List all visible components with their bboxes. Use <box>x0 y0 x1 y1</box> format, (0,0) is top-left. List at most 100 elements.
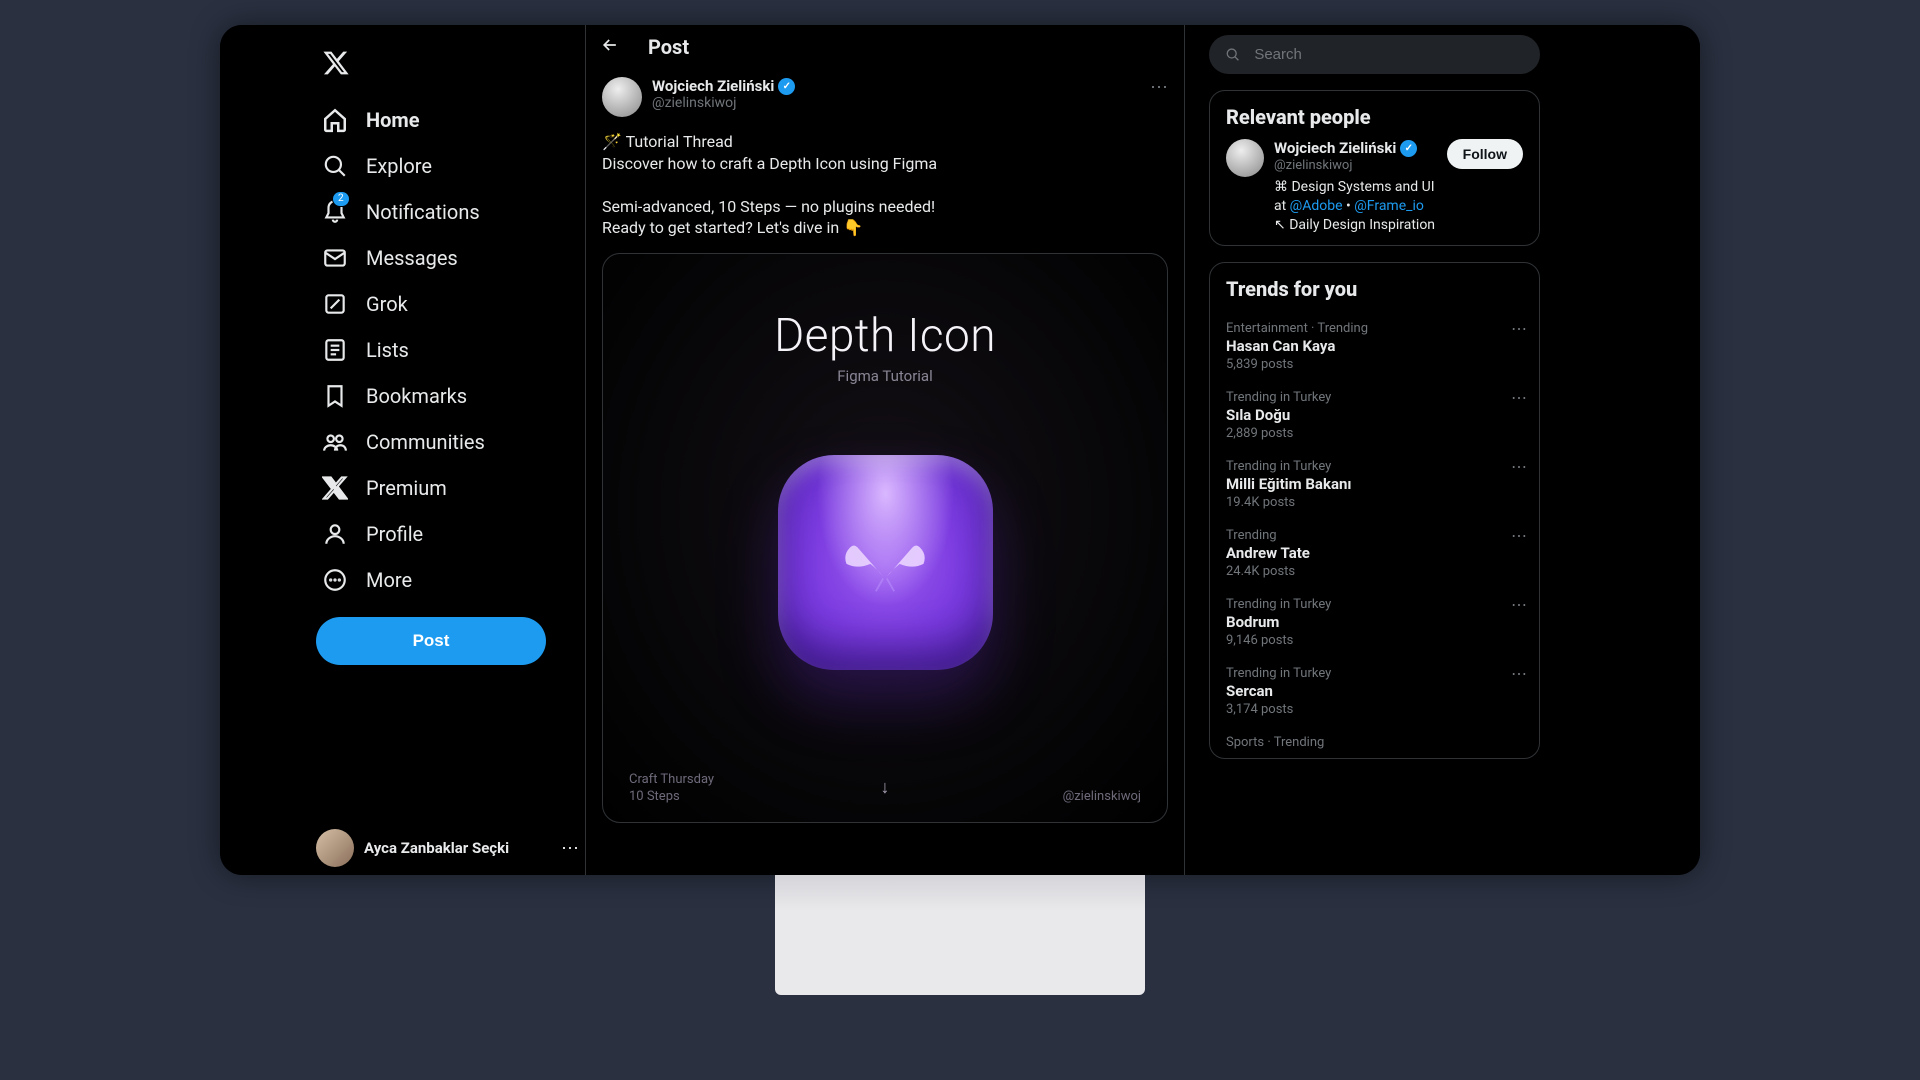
panel-title: Relevant people <box>1226 105 1523 129</box>
trend-item[interactable]: Entertainment · Trending Hasan Can Kaya … <box>1226 311 1523 380</box>
sidebar-item-lists[interactable]: Lists <box>310 327 585 373</box>
grok-icon <box>322 291 348 317</box>
post-body-text: 🪄 Tutorial Thread Discover how to craft … <box>602 117 1168 247</box>
media-footer-label-1: Craft Thursday <box>629 772 714 787</box>
sidebar-item-premium[interactable]: Premium <box>310 465 585 511</box>
media-subtitle: Figma Tutorial <box>837 367 932 385</box>
sidebar-item-explore[interactable]: Explore <box>310 143 585 189</box>
media-footer: Craft Thursday 10 Steps ↓ @zielinskiwoj <box>603 772 1167 804</box>
post-button[interactable]: Post <box>316 617 546 665</box>
flags-icon <box>778 455 993 670</box>
sidebar-item-profile[interactable]: Profile <box>310 511 585 557</box>
trend-more-button[interactable]: ⋯ <box>1511 526 1527 545</box>
nav-label: Grok <box>366 292 408 316</box>
trend-count: 19.4K posts <box>1226 495 1523 510</box>
person-avatar[interactable] <box>1226 139 1264 177</box>
nav-label: Profile <box>366 522 423 546</box>
main-column: Post Wojciech Zieliński @zielinskiwoj ⋯ … <box>585 25 1185 875</box>
nav-label: Notifications <box>366 200 480 224</box>
trend-count: 5,839 posts <box>1226 357 1523 372</box>
trend-more-button[interactable]: ⋯ <box>1511 388 1527 407</box>
trend-count: 2,889 posts <box>1226 426 1523 441</box>
depth-icon-illustration <box>778 455 993 670</box>
trend-name: Milli Eğitim Bakanı <box>1226 475 1523 493</box>
post-more-button[interactable]: ⋯ <box>1150 77 1168 98</box>
user-avatar <box>316 829 354 867</box>
post: Wojciech Zieliński @zielinskiwoj ⋯ 🪄 Tut… <box>586 73 1184 823</box>
nav-label: Messages <box>366 246 458 270</box>
search-icon <box>1225 46 1240 63</box>
trend-category: Trending in Turkey <box>1226 390 1523 405</box>
trend-item[interactable]: Trending in Turkey Milli Eğitim Bakanı 1… <box>1226 449 1523 518</box>
nav-label: Premium <box>366 476 447 500</box>
sidebar-item-communities[interactable]: Communities <box>310 419 585 465</box>
trend-item[interactable]: Trending Andrew Tate 24.4K posts ⋯ <box>1226 518 1523 587</box>
trend-name: Bodrum <box>1226 613 1523 631</box>
sidebar-item-notifications[interactable]: 2 Notifications <box>310 189 585 235</box>
sidebar: Home Explore 2 Notifications Messages Gr… <box>310 25 585 875</box>
trend-item[interactable]: Trending in Turkey Sercan 3,174 posts ⋯ <box>1226 656 1523 725</box>
trend-item[interactable]: Sports · Trending <box>1226 725 1523 758</box>
nav-label: Communities <box>366 430 485 454</box>
bio-link[interactable]: @Frame_io <box>1354 198 1424 214</box>
relevant-person-row: Wojciech Zieliński @zielinskiwoj ⌘ Desig… <box>1226 139 1523 235</box>
nav-label: More <box>366 568 412 592</box>
page-title: Post <box>648 35 689 59</box>
trend-category: Trending in Turkey <box>1226 597 1523 612</box>
right-column: Relevant people Wojciech Zieliński @ziel… <box>1185 25 1540 875</box>
trend-category: Trending in Turkey <box>1226 459 1523 474</box>
sidebar-item-messages[interactable]: Messages <box>310 235 585 281</box>
x-logo-icon <box>322 475 348 501</box>
trend-item[interactable]: Trending in Turkey Sıla Doğu 2,889 posts… <box>1226 380 1523 449</box>
verified-badge-icon <box>778 78 795 95</box>
app-logo[interactable] <box>310 37 585 97</box>
author-avatar[interactable] <box>602 77 642 117</box>
sidebar-item-home[interactable]: Home <box>310 97 585 143</box>
author-handle[interactable]: @zielinskiwoj <box>652 95 795 111</box>
person-handle[interactable]: @zielinskiwoj <box>1274 158 1437 173</box>
x-logo-icon <box>322 49 350 77</box>
trend-name: Sıla Doğu <box>1226 406 1523 424</box>
search-input[interactable] <box>1254 46 1524 63</box>
trend-count: 24.4K posts <box>1226 564 1523 579</box>
trend-item[interactable]: Trending in Turkey Bodrum 9,146 posts ⋯ <box>1226 587 1523 656</box>
author-name[interactable]: Wojciech Zieliński <box>652 77 774 95</box>
profile-icon <box>322 521 348 547</box>
user-display-name: Ayca Zanbaklar Seçki <box>364 839 509 857</box>
sidebar-item-grok[interactable]: Grok <box>310 281 585 327</box>
sidebar-item-more[interactable]: More <box>310 557 585 603</box>
post-header: Wojciech Zieliński @zielinskiwoj ⋯ <box>602 77 1168 117</box>
trend-more-button[interactable]: ⋯ <box>1511 319 1527 338</box>
trend-count: 3,174 posts <box>1226 702 1523 717</box>
media-footer-label-2: 10 Steps <box>629 789 714 804</box>
post-media[interactable]: Depth Icon Figma Tutorial <box>602 253 1168 823</box>
post-author-block: Wojciech Zieliński @zielinskiwoj <box>652 77 795 111</box>
verified-badge-icon <box>1400 140 1417 157</box>
media-footer-handle: @zielinskiwoj <box>1063 789 1141 804</box>
arrow-left-icon <box>600 35 620 55</box>
bio-link[interactable]: @Adobe <box>1290 198 1343 214</box>
trend-more-button[interactable]: ⋯ <box>1511 595 1527 614</box>
communities-icon <box>322 429 348 455</box>
trend-more-button[interactable]: ⋯ <box>1511 664 1527 683</box>
sidebar-item-bookmarks[interactable]: Bookmarks <box>310 373 585 419</box>
home-icon <box>322 107 348 133</box>
trend-name: Hasan Can Kaya <box>1226 337 1523 355</box>
search-box[interactable] <box>1209 35 1540 74</box>
notification-badge: 2 <box>332 191 350 207</box>
app-root: Home Explore 2 Notifications Messages Gr… <box>220 25 1700 875</box>
trend-name: Andrew Tate <box>1226 544 1523 562</box>
trend-more-button[interactable]: ⋯ <box>1511 457 1527 476</box>
monitor-frame: Home Explore 2 Notifications Messages Gr… <box>220 25 1700 875</box>
person-name[interactable]: Wojciech Zieliński <box>1274 139 1396 157</box>
trend-category: Trending <box>1226 528 1523 543</box>
more-circle-icon <box>322 567 348 593</box>
back-button[interactable] <box>600 35 620 59</box>
search-icon <box>322 153 348 179</box>
follow-button[interactable]: Follow <box>1447 139 1523 169</box>
account-switcher[interactable]: Ayca Zanbaklar Seçki ⋯ <box>310 819 585 875</box>
lists-icon <box>322 337 348 363</box>
monitor-stand <box>775 875 1145 995</box>
trend-category: Entertainment · Trending <box>1226 321 1523 336</box>
bookmark-icon <box>322 383 348 409</box>
